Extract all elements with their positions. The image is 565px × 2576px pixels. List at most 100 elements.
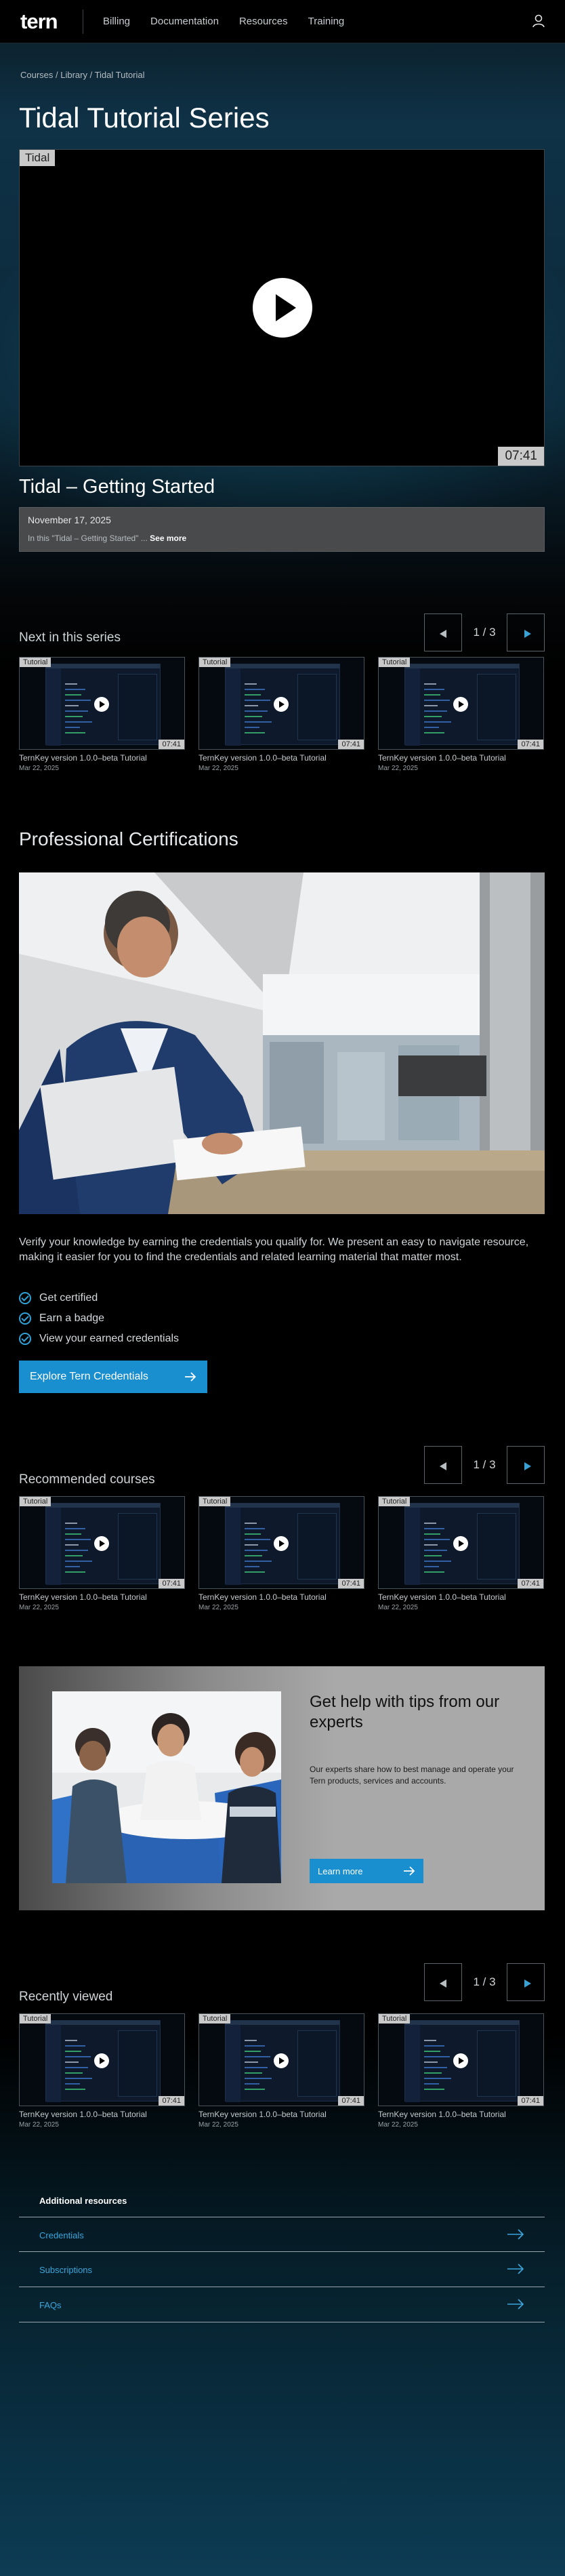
card-tag: Tutorial bbox=[199, 1497, 231, 1506]
video-card[interactable]: Tutorial 07:41 TernKey version 1.0.0–beta … bbox=[378, 2013, 544, 2129]
nav-resources[interactable]: Resources bbox=[239, 16, 288, 27]
recent-next-button[interactable] bbox=[507, 1963, 545, 2001]
card-title[interactable]: TernKey version 1.0.0–beta Tutorial bbox=[19, 753, 185, 763]
video-thumbnail[interactable]: Tutorial 07:41 bbox=[19, 2013, 185, 2106]
play-icon[interactable] bbox=[94, 1536, 109, 1551]
recommended-prev-button[interactable] bbox=[424, 1446, 462, 1484]
video-date: November 17, 2025 bbox=[28, 515, 111, 525]
play-icon[interactable] bbox=[94, 2053, 109, 2068]
resource-link-faqs[interactable]: FAQs bbox=[19, 2287, 545, 2322]
card-date: Mar 22, 2025 bbox=[198, 765, 238, 772]
card-title[interactable]: TernKey version 1.0.0–beta Tutorial bbox=[378, 753, 544, 763]
card-tag: Tutorial bbox=[379, 658, 411, 667]
play-icon[interactable] bbox=[274, 1536, 289, 1551]
series-pager: 1 / 3 bbox=[424, 613, 545, 651]
video-thumbnail[interactable]: Tutorial 07:41 bbox=[19, 1496, 185, 1589]
card-title[interactable]: TernKey version 1.0.0–beta Tutorial bbox=[19, 1592, 185, 1602]
series-prev-button[interactable] bbox=[424, 613, 462, 651]
code-line bbox=[65, 689, 85, 690]
code-line bbox=[65, 1539, 91, 1540]
card-title[interactable]: TernKey version 1.0.0–beta Tutorial bbox=[198, 1592, 364, 1602]
video-thumbnail[interactable]: Tutorial 07:41 bbox=[378, 657, 544, 750]
code-line bbox=[424, 2089, 444, 2090]
video-card[interactable]: Tutorial 07:41 TernKey version 1.0.0–beta … bbox=[198, 2013, 364, 2129]
thumbnail-sidebar bbox=[46, 1508, 61, 1585]
video-card[interactable]: Tutorial 07:41 TernKey version 1.0.0–beta … bbox=[198, 657, 364, 772]
user-account-icon[interactable] bbox=[531, 14, 546, 28]
video-thumbnail[interactable]: Tutorial 07:41 bbox=[378, 1496, 544, 1589]
video-card[interactable]: Tutorial 07:41 TernKey version 1.0.0–beta … bbox=[378, 657, 544, 772]
thumbnail-pane bbox=[297, 674, 337, 740]
code-line bbox=[245, 1528, 265, 1529]
play-icon[interactable] bbox=[453, 697, 468, 712]
learn-more-button[interactable]: Learn more bbox=[310, 1859, 423, 1883]
thumbnail-titlebar bbox=[46, 1504, 160, 1508]
thumbnail-titlebar bbox=[405, 664, 519, 668]
see-more-link[interactable]: See more bbox=[150, 534, 186, 543]
code-line bbox=[245, 683, 257, 685]
code-line bbox=[65, 700, 91, 701]
video-card[interactable]: Tutorial 07:41 TernKey version 1.0.0–beta … bbox=[19, 1496, 185, 1611]
recommended-next-button[interactable] bbox=[507, 1446, 545, 1484]
tern-logo[interactable]: tern bbox=[20, 9, 58, 34]
thumbnail-sidebar bbox=[405, 668, 420, 746]
video-player[interactable]: Tidal 07:41 bbox=[19, 149, 545, 466]
code-line bbox=[245, 1566, 259, 1567]
code-line bbox=[424, 1550, 447, 1551]
card-title[interactable]: TernKey version 1.0.0–beta Tutorial bbox=[198, 753, 364, 763]
card-title[interactable]: TernKey version 1.0.0–beta Tutorial bbox=[378, 2110, 544, 2119]
card-title[interactable]: TernKey version 1.0.0–beta Tutorial bbox=[378, 1592, 544, 1602]
play-icon[interactable] bbox=[94, 697, 109, 712]
certifications-description: Verify your knowledge by earning the cre… bbox=[19, 1236, 529, 1263]
card-date: Mar 22, 2025 bbox=[378, 765, 418, 772]
card-title[interactable]: TernKey version 1.0.0–beta Tutorial bbox=[198, 2110, 364, 2119]
resource-link-credentials[interactable]: Credentials bbox=[19, 2217, 545, 2252]
card-duration: 07:41 bbox=[338, 1579, 364, 1588]
card-tag: Tutorial bbox=[20, 1497, 51, 1506]
resource-link-label: FAQs bbox=[39, 2300, 62, 2310]
play-button[interactable] bbox=[253, 278, 312, 338]
card-title[interactable]: TernKey version 1.0.0–beta Tutorial bbox=[19, 2110, 185, 2119]
video-card[interactable]: Tutorial 07:41 TernKey version 1.0.0–beta … bbox=[198, 1496, 364, 1611]
code-line bbox=[245, 1544, 258, 1546]
expert-help-text: Our experts share how to best manage and… bbox=[310, 1765, 514, 1786]
video-card[interactable]: Tutorial 07:41 TernKey version 1.0.0–beta … bbox=[378, 1496, 544, 1611]
code-line bbox=[424, 2078, 451, 2079]
expert-help-photo bbox=[52, 1691, 281, 1883]
explore-credentials-button[interactable]: Explore Tern Credentials bbox=[19, 1361, 207, 1393]
code-line bbox=[245, 705, 258, 706]
video-card[interactable]: Tutorial 07:41 TernKey version 1.0.0–beta … bbox=[19, 657, 185, 772]
card-duration: 07:41 bbox=[338, 2096, 364, 2106]
page-title: Tidal Tutorial Series bbox=[19, 102, 270, 134]
code-line bbox=[424, 1566, 439, 1567]
code-line bbox=[245, 1523, 257, 1524]
video-thumbnail[interactable]: Tutorial 07:41 bbox=[378, 2013, 544, 2106]
code-line bbox=[424, 1539, 450, 1540]
video-thumbnail[interactable]: Tutorial 07:41 bbox=[19, 657, 185, 750]
recent-prev-button[interactable] bbox=[424, 1963, 462, 2001]
video-thumbnail[interactable]: Tutorial 07:41 bbox=[198, 2013, 364, 2106]
breadcrumb[interactable]: Courses / Library / Tidal Tutorial bbox=[20, 70, 145, 80]
code-line bbox=[245, 2072, 262, 2074]
play-icon[interactable] bbox=[453, 1536, 468, 1551]
nav-training[interactable]: Training bbox=[308, 16, 345, 27]
code-line bbox=[245, 1539, 270, 1540]
code-line bbox=[65, 1544, 79, 1546]
code-line bbox=[65, 732, 85, 733]
nav-billing[interactable]: Billing bbox=[103, 16, 130, 27]
play-icon[interactable] bbox=[274, 2053, 289, 2068]
play-icon[interactable] bbox=[453, 2053, 468, 2068]
nav-documentation[interactable]: Documentation bbox=[150, 16, 219, 27]
card-date: Mar 22, 2025 bbox=[378, 2121, 418, 2129]
code-line bbox=[245, 2078, 272, 2079]
card-tag: Tutorial bbox=[20, 658, 51, 667]
play-icon[interactable] bbox=[274, 697, 289, 712]
video-thumbnail[interactable]: Tutorial 07:41 bbox=[198, 657, 364, 750]
series-next-button[interactable] bbox=[507, 613, 545, 651]
code-line bbox=[245, 1550, 268, 1551]
resource-link-subscriptions[interactable]: Subscriptions bbox=[19, 2252, 545, 2287]
recommended-pager: 1 / 3 bbox=[424, 1446, 545, 1484]
card-date: Mar 22, 2025 bbox=[378, 1604, 418, 1611]
video-card[interactable]: Tutorial 07:41 TernKey version 1.0.0–beta … bbox=[19, 2013, 185, 2129]
video-thumbnail[interactable]: Tutorial 07:41 bbox=[198, 1496, 364, 1589]
